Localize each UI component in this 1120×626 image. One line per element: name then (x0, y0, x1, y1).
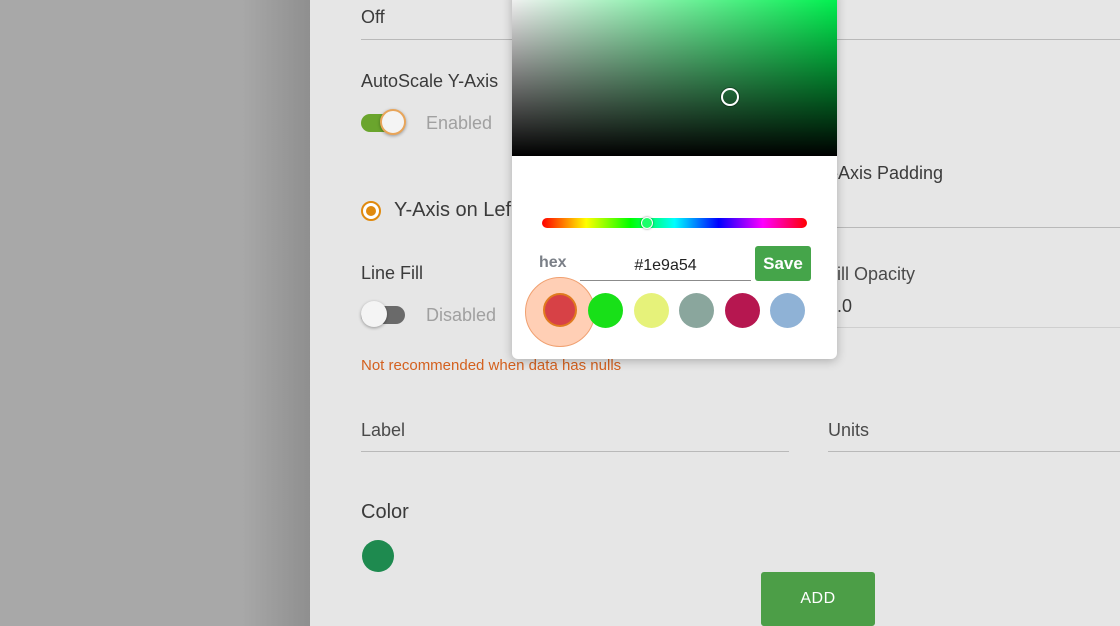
swatch-light-blue[interactable] (770, 293, 805, 328)
y-axis-padding-underline (832, 227, 1120, 228)
y-axis-left-label: Y-Axis on Lef (394, 199, 512, 221)
line-fill-warning: Not recommended when data has nulls (361, 357, 622, 374)
add-button[interactable]: ADD (761, 572, 875, 626)
saturation-value-area[interactable] (512, 0, 837, 156)
units-input[interactable]: Units (828, 420, 869, 441)
swatch-yellow[interactable] (634, 293, 669, 328)
toggle-knob (361, 301, 387, 327)
units-underline (828, 451, 1120, 452)
autoscale-state: Enabled (426, 113, 493, 133)
fill-opacity-underline (832, 327, 1120, 328)
autoscale-toggle[interactable] (361, 109, 406, 136)
line-fill-state: Disabled (426, 305, 497, 325)
fill-opacity-label: ill Opacity (837, 264, 916, 284)
line-fill-label: Line Fill (361, 263, 424, 283)
y-axis-padding-label: -Axis Padding (832, 163, 944, 183)
hue-slider[interactable] (542, 218, 807, 228)
top-select-value[interactable]: Off (361, 7, 385, 28)
swatch-green[interactable] (588, 293, 623, 328)
toggle-knob (380, 109, 406, 135)
y-axis-left-radio[interactable] (361, 201, 381, 221)
modal-backdrop (0, 0, 310, 626)
save-button[interactable]: Save (755, 246, 811, 281)
label-input[interactable]: Label (361, 420, 405, 441)
swatch-gray-green[interactable] (679, 293, 714, 328)
hex-input[interactable] (580, 252, 751, 281)
swatch-crimson[interactable] (725, 293, 760, 328)
hex-label: hex (539, 254, 567, 271)
fill-opacity-input[interactable]: .0 (837, 296, 852, 317)
color-picker-popup: hex Save (512, 0, 837, 359)
color-label: Color (361, 501, 409, 523)
swatch-red[interactable] (543, 293, 577, 327)
radio-dot (366, 206, 376, 216)
label-underline (361, 451, 789, 452)
saturation-cursor[interactable] (721, 88, 739, 106)
hue-slider-handle[interactable] (641, 217, 653, 229)
autoscale-label: AutoScale Y-Axis (361, 71, 499, 91)
color-swatch-button[interactable] (362, 540, 394, 572)
line-fill-toggle[interactable] (361, 301, 405, 328)
